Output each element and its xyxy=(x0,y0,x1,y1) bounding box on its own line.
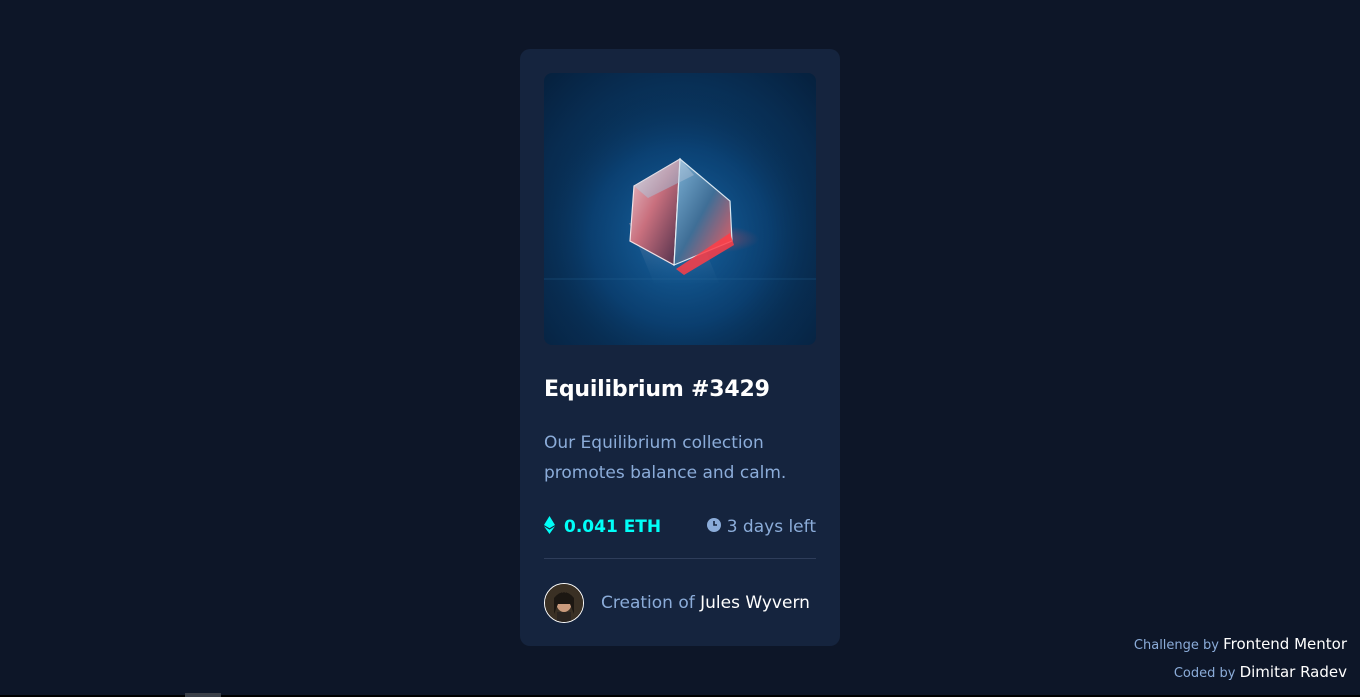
coder-attribution: Coded by Dimitar Radev xyxy=(1134,659,1347,687)
nft-stats: 0.041 ETH 3 days left xyxy=(544,515,816,539)
cube-illustration xyxy=(544,73,816,345)
frontend-mentor-link[interactable]: Frontend Mentor xyxy=(1223,635,1347,653)
price-value: 0.041 ETH xyxy=(564,517,662,537)
creator-credit: Creation of Jules Wyvern xyxy=(601,593,810,613)
nft-card: Equilibrium #3429 Our Equilibrium collec… xyxy=(520,49,840,646)
divider xyxy=(544,558,816,559)
challenge-prefix: Challenge by xyxy=(1133,638,1219,653)
attribution: Challenge by Frontend Mentor Coded by Di… xyxy=(1134,631,1347,687)
creator-name-link[interactable]: Jules Wyvern xyxy=(700,593,810,613)
time-left-stat: 3 days left xyxy=(706,517,816,537)
creator-row: Creation of Jules Wyvern xyxy=(544,583,816,623)
clock-icon xyxy=(706,517,721,537)
nft-description: Our Equilibrium collection promotes bala… xyxy=(544,433,787,483)
challenge-attribution: Challenge by Frontend Mentor xyxy=(1134,631,1347,659)
coded-prefix: Coded by xyxy=(1173,666,1236,681)
nft-title[interactable]: Equilibrium #3429 xyxy=(544,376,816,404)
creator-prefix: Creation of xyxy=(601,593,695,613)
time-left-value: 3 days left xyxy=(726,517,816,537)
avatar xyxy=(544,583,584,623)
scroll-marker xyxy=(185,693,221,697)
author-link[interactable]: Dimitar Radev xyxy=(1240,663,1347,681)
price-stat: 0.041 ETH xyxy=(544,515,662,539)
page: Equilibrium #3429 Our Equilibrium collec… xyxy=(0,0,1360,697)
ethereum-icon xyxy=(544,515,555,539)
nft-image[interactable] xyxy=(544,73,816,345)
